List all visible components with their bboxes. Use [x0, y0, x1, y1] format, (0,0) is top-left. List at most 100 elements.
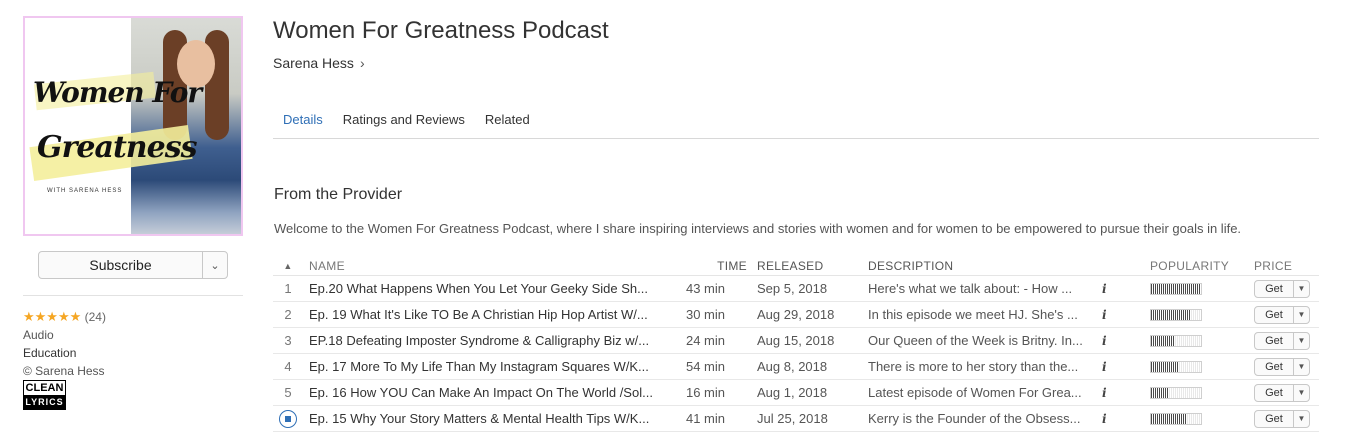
- episode-name[interactable]: Ep. 16 How YOU Can Make An Impact On The…: [303, 385, 663, 400]
- info-icon[interactable]: i: [1092, 308, 1150, 322]
- price-cell: Get ▼: [1254, 409, 1319, 428]
- episode-time: 24 min: [685, 333, 725, 348]
- popularity-cell: [1150, 334, 1254, 347]
- table-row[interactable]: 1 Ep.20 What Happens When You Let Your Ge…: [273, 276, 1319, 302]
- get-button[interactable]: Get: [1255, 358, 1294, 375]
- price-cell: Get ▼: [1254, 279, 1319, 298]
- chevron-down-icon: ⌄: [210, 259, 220, 272]
- episode-time: 30 min: [685, 307, 725, 322]
- clean-lyrics-badge: CLEAN LYRICS: [23, 380, 66, 410]
- get-button[interactable]: Get: [1255, 410, 1294, 427]
- copyright: © Sarena Hess: [23, 364, 105, 378]
- column-header-released[interactable]: RELEASED: [757, 259, 868, 273]
- artwork-subtitle: WITH SARENA HESS: [47, 188, 123, 194]
- episode-released: Aug 15, 2018: [757, 333, 835, 348]
- star-rating-icon: ★★★★★: [23, 309, 82, 324]
- chevron-right-icon: ›: [359, 55, 365, 71]
- episode-description: Latest episode of Women For Grea...: [868, 385, 1082, 400]
- table-header: ▲ NAME TIME RELEASED DESCRIPTION POPULAR…: [273, 256, 1319, 276]
- price-cell: Get ▼: [1254, 305, 1319, 324]
- episode-name[interactable]: EP.18 Defeating Imposter Syndrome & Call…: [303, 333, 663, 348]
- episode-released: Aug 1, 2018: [757, 385, 828, 400]
- episode-number: 1: [284, 281, 292, 296]
- info-icon[interactable]: i: [1092, 386, 1150, 400]
- table-row[interactable]: 4 Ep. 17 More To My Life Than My Instagra…: [273, 354, 1319, 380]
- chevron-down-icon[interactable]: ▼: [1294, 333, 1309, 349]
- get-button[interactable]: Get: [1255, 332, 1294, 349]
- episode-name[interactable]: Ep. 19 What It's Like TO Be A Christian …: [303, 307, 663, 322]
- table-row[interactable]: 5 Ep. 16 How YOU Can Make An Impact On Th…: [273, 380, 1319, 406]
- info-icon[interactable]: i: [1092, 334, 1150, 348]
- popularity-bar: [1150, 360, 1202, 373]
- popularity-cell: [1150, 386, 1254, 399]
- divider: [23, 295, 243, 296]
- popularity-cell: [1150, 412, 1254, 425]
- episode-description: In this episode we meet HJ. She's ...: [868, 307, 1078, 322]
- get-button[interactable]: Get: [1255, 306, 1294, 323]
- chevron-down-icon[interactable]: ▼: [1294, 385, 1309, 401]
- column-header-time[interactable]: TIME: [663, 259, 757, 273]
- get-button-group: Get ▼: [1254, 305, 1310, 324]
- episode-released: Aug 8, 2018: [757, 359, 828, 374]
- get-button[interactable]: Get: [1255, 280, 1294, 297]
- get-button-group: Get ▼: [1254, 279, 1310, 298]
- popularity-fill: [1151, 413, 1186, 424]
- episode-name[interactable]: Ep.20 What Happens When You Let Your Gee…: [303, 281, 663, 296]
- info-icon[interactable]: i: [1092, 360, 1150, 374]
- rating: ★★★★★ (24): [23, 308, 106, 326]
- podcast-meta: ★★★★★ (24) Audio Education © Sarena Hess: [23, 308, 106, 380]
- subscribe-menu-button[interactable]: ⌄: [203, 252, 227, 278]
- chevron-down-icon[interactable]: ▼: [1294, 359, 1309, 375]
- episode-description: There is more to her story than the...: [868, 359, 1079, 374]
- provider-description: Welcome to the Women For Greatness Podca…: [274, 221, 1242, 236]
- now-playing-cell[interactable]: [273, 409, 303, 428]
- tab-ratings-and-reviews[interactable]: Ratings and Reviews: [333, 110, 475, 138]
- tab-bar: Details Ratings and Reviews Related: [273, 110, 1319, 139]
- episode-released: Sep 5, 2018: [757, 281, 828, 296]
- badge-bottom-text: LYRICS: [24, 395, 65, 409]
- price-cell: Get ▼: [1254, 331, 1319, 350]
- artwork-title-line1: Women For: [33, 76, 202, 109]
- popularity-bar: [1150, 386, 1202, 399]
- table-row[interactable]: 2 Ep. 19 What It's Like TO Be A Christian…: [273, 302, 1319, 328]
- episode-time: 43 min: [685, 281, 725, 296]
- chevron-down-icon[interactable]: ▼: [1294, 411, 1309, 427]
- stop-icon[interactable]: [279, 409, 297, 428]
- episode-number: 2: [284, 307, 292, 322]
- popularity-bar: [1150, 308, 1202, 321]
- info-icon[interactable]: i: [1092, 282, 1150, 296]
- column-header-popularity[interactable]: POPULARITY: [1150, 259, 1254, 273]
- column-header-name[interactable]: NAME: [303, 259, 663, 273]
- tab-related[interactable]: Related: [475, 110, 540, 138]
- subscribe-button[interactable]: Subscribe: [39, 252, 203, 278]
- chevron-down-icon[interactable]: ▼: [1294, 307, 1309, 323]
- media-kind: Audio: [23, 328, 54, 342]
- info-icon[interactable]: i: [1092, 412, 1150, 426]
- popularity-cell: [1150, 308, 1254, 321]
- get-button[interactable]: Get: [1255, 384, 1294, 401]
- episode-name[interactable]: Ep. 17 More To My Life Than My Instagram…: [303, 359, 663, 374]
- popularity-fill: [1151, 361, 1179, 372]
- table-row[interactable]: 3 EP.18 Defeating Imposter Syndrome & Cal…: [273, 328, 1319, 354]
- chevron-down-icon[interactable]: ▼: [1294, 281, 1309, 297]
- episode-number: 5: [284, 385, 292, 400]
- sort-triangle-icon: ▲: [283, 260, 293, 271]
- episode-description: Our Queen of the Week is Britny. In...: [868, 333, 1083, 348]
- popularity-cell: [1150, 282, 1254, 295]
- popularity-bar: [1150, 282, 1202, 295]
- episode-time: 41 min: [685, 411, 725, 426]
- episode-number: 4: [284, 359, 292, 374]
- rating-count: (24): [84, 310, 106, 324]
- column-header-price[interactable]: PRICE: [1254, 259, 1319, 273]
- episode-name[interactable]: Ep. 15 Why Your Story Matters & Mental H…: [303, 411, 663, 426]
- column-header-description[interactable]: DESCRIPTION: [868, 259, 1092, 273]
- get-button-group: Get ▼: [1254, 409, 1310, 428]
- podcast-artwork: Women For Greatness WITH SARENA HESS: [23, 16, 243, 236]
- author-link[interactable]: Sarena Hess ›: [273, 55, 365, 71]
- sort-toggle[interactable]: ▲: [273, 261, 303, 271]
- tab-details[interactable]: Details: [273, 110, 333, 138]
- category-link[interactable]: Education: [23, 344, 106, 362]
- table-row[interactable]: Ep. 15 Why Your Story Matters & Mental H…: [273, 406, 1319, 432]
- episode-released: Jul 25, 2018: [757, 411, 828, 426]
- table-body: 1 Ep.20 What Happens When You Let Your Ge…: [273, 276, 1319, 432]
